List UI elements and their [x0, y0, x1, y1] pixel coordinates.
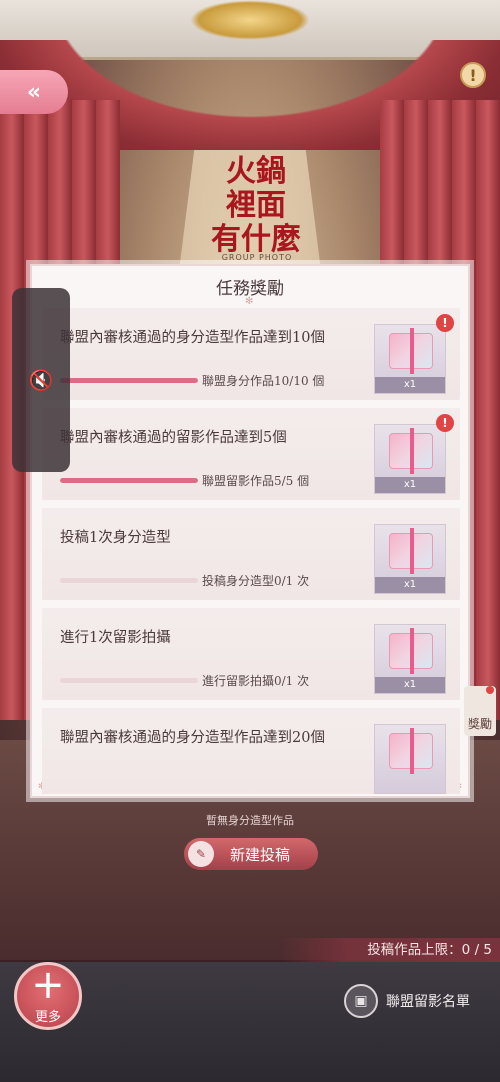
gift-box-icon	[389, 628, 433, 674]
reward-item[interactable]: x1	[374, 424, 446, 494]
task-progress-text: 投稿身分造型0/1 次	[202, 574, 310, 588]
task-progress-bar	[60, 378, 198, 383]
task-progress-text: 聯盟留影作品5/5 個	[202, 474, 310, 488]
more-button[interactable]: + 更多	[14, 962, 82, 1030]
event-logo: 火鍋 裡面 有什麼	[206, 155, 306, 265]
task-progress-bar	[60, 478, 198, 483]
task-title: 聯盟內審核通過的身分造型作品達到10個	[60, 330, 325, 346]
photo-album-icon: ▣	[344, 984, 378, 1018]
exclamation-icon: !	[469, 65, 477, 85]
union-photo-list-label: 聯盟留影名單	[386, 994, 470, 1010]
logo-line-1: 火鍋	[226, 154, 286, 189]
ceiling-ornament	[190, 0, 310, 40]
task-progress-text: 進行留影拍攝0/1 次	[202, 674, 310, 688]
reward-item[interactable]	[374, 724, 446, 794]
submission-limit: 投稿作品上限：0 / 5	[280, 938, 500, 962]
task-progress-text: 聯盟身分作品10/10 個	[202, 374, 325, 388]
more-label: 更多	[34, 1009, 61, 1025]
back-button[interactable]: «	[0, 70, 68, 114]
alert-badge: !	[436, 414, 454, 432]
logo-line-2: 裡面	[226, 188, 286, 223]
gift-box-icon	[389, 728, 433, 774]
snowflake-icon: ✻	[245, 296, 254, 307]
reward-quantity: x1	[375, 577, 445, 593]
progress-fill	[60, 378, 198, 383]
speaker-muted-icon: 🔇	[28, 368, 54, 392]
alert-badge: !	[436, 314, 454, 332]
progress-fill	[60, 478, 198, 483]
task-title: 進行1次留影拍攝	[60, 630, 171, 646]
reward-shortcut-label: 獎勵	[467, 717, 492, 731]
double-chevron-left-icon: «	[26, 79, 42, 105]
reward-quantity: x1	[375, 677, 445, 693]
info-button[interactable]: !	[460, 62, 486, 88]
notification-dot	[486, 686, 494, 694]
task-reward-panel: 任務獎勵 ✻ ✻ ✻ 聯盟內審核通過的身分造型作品達到10個 聯盟身分作品10/…	[30, 264, 470, 798]
task-row[interactable]: 進行1次留影拍攝 進行留影拍攝0/1 次 x1	[42, 608, 460, 700]
task-title: 投稿1次身分造型	[60, 530, 171, 546]
new-submission-label: 新建投稿	[230, 845, 291, 864]
task-progress-bar	[60, 678, 198, 683]
reward-item[interactable]: x1	[374, 324, 446, 394]
union-photo-list-button[interactable]: ▣ 聯盟留影名單	[344, 984, 470, 1018]
gift-box-icon	[389, 328, 433, 374]
task-row[interactable]: 聯盟內審核通過的身分造型作品達到20個	[42, 708, 460, 794]
gift-box-icon	[389, 528, 433, 574]
task-list[interactable]: 聯盟內審核通過的身分造型作品達到10個 聯盟身分作品10/10 個 x1 ! 聯…	[42, 308, 460, 794]
mute-panel[interactable]: 🔇	[12, 288, 70, 472]
empty-state-text: 暫無身分造型作品	[206, 814, 294, 827]
task-title: 聯盟內審核通過的留影作品達到5個	[60, 430, 287, 446]
reward-quantity: x1	[375, 377, 445, 393]
reward-quantity: x1	[375, 477, 445, 493]
plus-icon: +	[31, 961, 65, 1008]
new-submission-button[interactable]: ✎ 新建投稿	[184, 838, 318, 870]
task-title: 聯盟內審核通過的身分造型作品達到20個	[60, 730, 325, 746]
logo-subtitle: GROUP PHOTO	[221, 253, 293, 262]
reward-item[interactable]: x1	[374, 524, 446, 594]
gift-box-icon	[389, 428, 433, 474]
logo-line-3: 有什麼	[211, 222, 301, 257]
task-row[interactable]: 聯盟內審核通過的身分造型作品達到10個 聯盟身分作品10/10 個 x1 !	[42, 308, 460, 400]
reward-item[interactable]: x1	[374, 624, 446, 694]
reward-shortcut[interactable]: 獎勵	[464, 686, 496, 736]
task-row[interactable]: 聯盟內審核通過的留影作品達到5個 聯盟留影作品5/5 個 x1 !	[42, 408, 460, 500]
task-row[interactable]: 投稿1次身分造型 投稿身分造型0/1 次 x1	[42, 508, 460, 600]
task-progress-bar	[60, 578, 198, 583]
photo-icon: ✎	[188, 841, 214, 867]
